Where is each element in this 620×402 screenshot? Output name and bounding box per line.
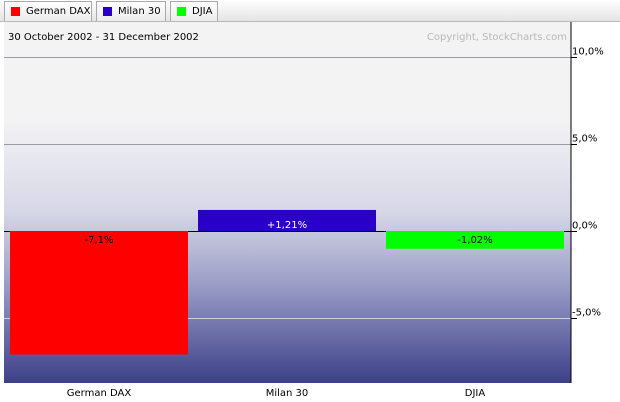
copyright-label: Copyright, StockCharts.com: [427, 32, 567, 43]
x-axis-labels: German DAX Milan 30 DJIA: [67, 388, 486, 399]
bar-value-label: -1,02%: [457, 235, 492, 246]
tab-label-milan-30: Milan 30: [118, 6, 161, 17]
tab-milan-30[interactable]: Milan 30: [96, 1, 166, 21]
date-range-label: 30 October 2002 - 31 December 2002: [8, 32, 199, 43]
milan-30-color-swatch: [103, 7, 112, 16]
chart-tab-bar: German DAX Milan 30 DJIA: [0, 0, 620, 22]
bar-value-label: -7,1%: [84, 235, 113, 246]
y-tick-label: -5,0%: [572, 308, 601, 319]
y-axis-ticks: 10,0% 5,0% 0,0% -5,0%: [571, 47, 604, 319]
bar-value-label: +1,21%: [267, 220, 307, 231]
x-category-label: DJIA: [465, 388, 486, 399]
x-category-label: Milan 30: [266, 388, 309, 399]
x-category-label: German DAX: [67, 388, 132, 399]
tab-label-djia: DJIA: [192, 6, 213, 17]
bar-german-dax: [10, 231, 188, 355]
y-tick-label: 5,0%: [572, 134, 597, 145]
djia-color-swatch: [177, 7, 186, 16]
y-tick-label: 0,0%: [572, 221, 597, 232]
bar-chart: -7,1% +1,21% -1,02% 10,0% 5,0% 0,0% -5,0% Ger…: [4, 22, 604, 399]
tab-djia[interactable]: DJIA: [170, 1, 218, 21]
tab-german-dax[interactable]: German DAX: [4, 1, 92, 21]
german-dax-color-swatch: [11, 7, 20, 16]
tab-label-german-dax: German DAX: [26, 6, 91, 17]
y-tick-label: 10,0%: [572, 47, 604, 58]
